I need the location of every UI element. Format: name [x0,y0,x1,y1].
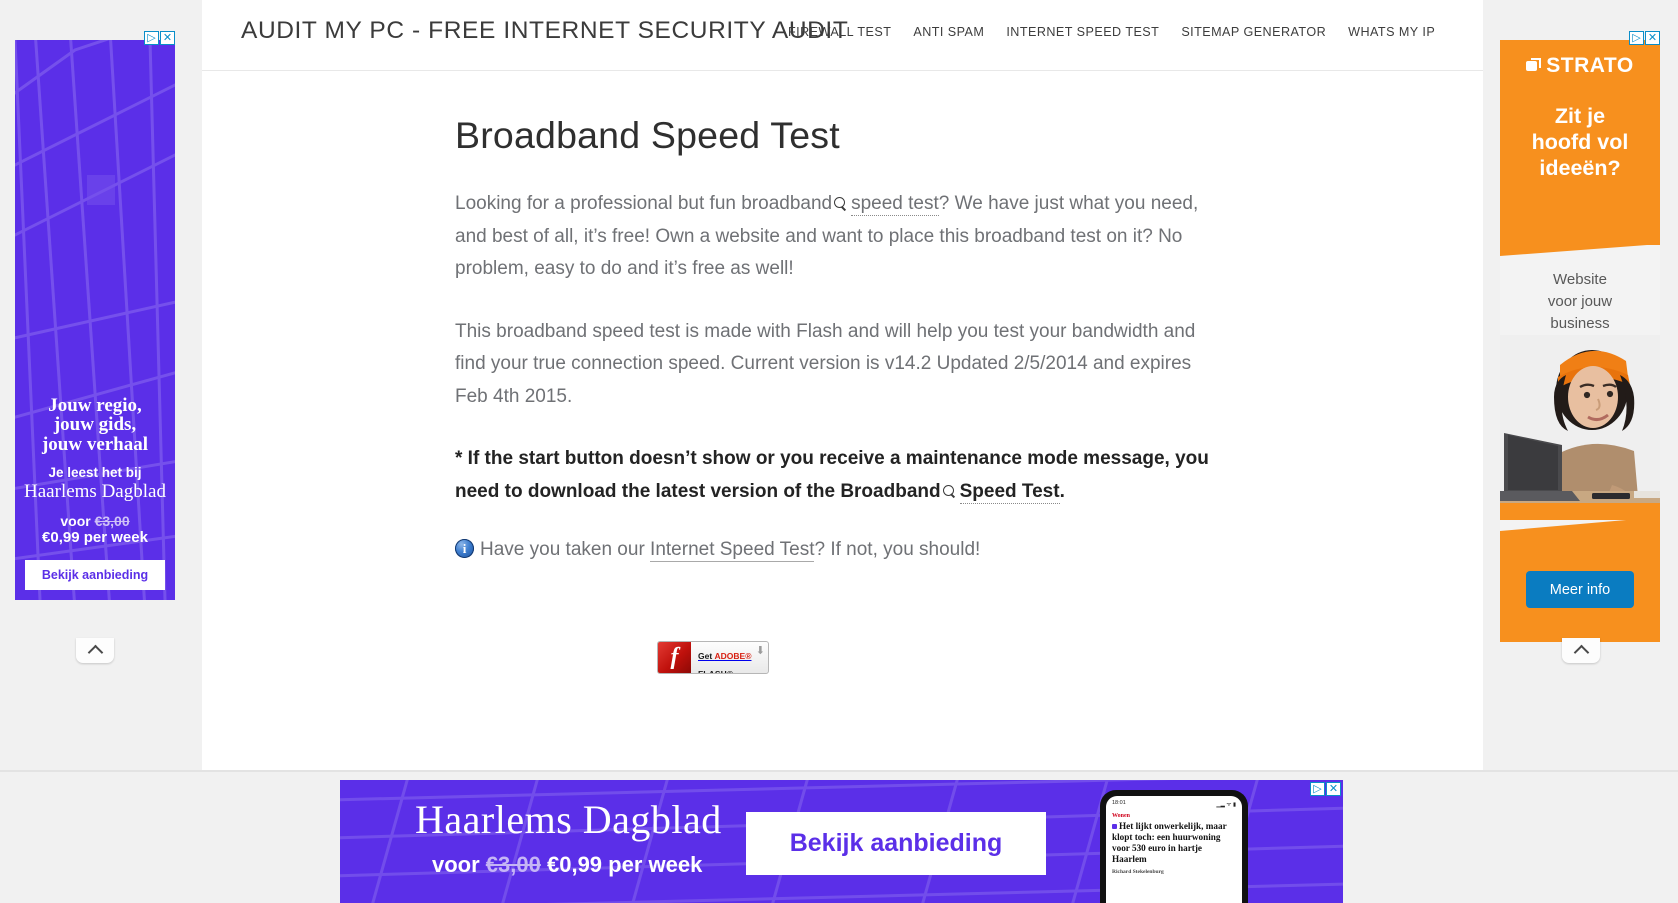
ad-left-sub1: Je leest het bij [48,465,142,480]
ad-bottom-price-prefix: voor [432,852,486,877]
bullet-icon [1112,824,1117,829]
ad-close-icon[interactable]: ✕ [160,31,175,45]
search-icon [834,197,847,210]
download-arrow-icon [755,642,768,673]
ad-right-photo [1500,335,1660,520]
phone-headline-text: Het lijkt onwerkelijk, maar klopt toch: … [1112,821,1227,864]
strato-brand-label: STRATO [1546,54,1634,77]
strato-logo: STRATO [1500,54,1660,78]
phone-article-headline: Het lijkt onwerkelijk, maar klopt toch: … [1112,821,1236,865]
flash-badge-line1: Get ADOBE® [698,651,752,661]
ad-left-badges: ▷ ✕ [144,31,175,45]
ad-bottom-cta-button[interactable]: Bekijk aanbieding [746,812,1046,875]
warning-text-after: . [1059,480,1065,502]
nav-item-anti-spam[interactable]: ANTI SPAM [913,25,984,39]
info-icon [455,539,474,558]
phone-screen: 18:01 ▁▂ ᯤ ▮ Wonen Het lijkt onwerkelijk… [1106,796,1242,903]
ad-left-background: Jouw regio, jouw gids, jouw verhaal Je lee… [15,40,175,600]
phone-status-bar: 18:01 ▁▂ ᯤ ▮ [1112,800,1236,808]
ad-bottom-price-old: €3,00 [485,852,541,877]
intro-paragraph: Looking for a professional but fun broad… [455,188,1210,286]
ad-left-copy: Jouw regio, jouw gids, jouw verhaal Je lee… [15,394,175,601]
ad-bottom-badges: ▷ ✕ [1310,782,1341,796]
flash-logo-icon [658,642,691,673]
phone-clock: 18:01 [1112,800,1126,806]
nav-item-whats-my-ip[interactable]: WHATS MY IP [1348,25,1435,39]
ad-close-icon[interactable]: ✕ [1645,31,1660,45]
ad-left-price-prefix: voor [60,513,95,529]
intro-text-before: Looking for a professional but fun broad… [455,193,833,214]
speed-test-link[interactable]: speed test [851,193,939,216]
ad-left-price-row: voor €3,00 [21,513,169,529]
ad-left-price-old: €3,00 [94,513,130,529]
ad-right-skyscraper[interactable]: ▷ ✕ STRATO Zit je hoofd vol ideeën? Websit… [1500,31,1660,642]
search-icon [942,484,956,498]
ad-left-cta-button[interactable]: Bekijk aanbieding [25,560,165,590]
ad-close-icon[interactable]: ✕ [1326,782,1341,796]
article-body: Broadband Speed Test Looking for a profe… [202,71,1483,567]
flash-get-label: Get [698,651,715,661]
strato-cube-icon [1526,58,1542,71]
adchoices-icon[interactable]: ▷ [1310,782,1325,796]
flash-badge-text: Get ADOBE® FLASH® PLAYER [691,642,755,673]
version-paragraph: This broadband speed test is made with F… [455,320,1196,407]
chevron-up-icon [1573,644,1589,661]
ad-right-collapse-button[interactable] [1562,638,1600,663]
phone-article-kicker: Wonen [1112,813,1131,819]
flash-badge-line2: FLASH® PLAYER [698,668,734,674]
ad-bottom-phone-mockup: 18:01 ▁▂ ᯤ ▮ Wonen Het lijkt onwerkelijk… [1100,790,1248,903]
cta-paragraph: Have you taken our Internet Speed Test? … [455,534,1210,567]
content-bottom-divider [0,770,1678,772]
ad-right-cta-button[interactable]: Meer info [1526,571,1634,608]
internet-speed-test-link[interactable]: Internet Speed Test [650,539,815,562]
primary-nav: FIREWALL TEST ANTI SPAM INTERNET SPEED T… [788,25,1435,39]
cta-text-before: Have you taken our [480,539,651,560]
warning-paragraph: * If the start button doesn’t show or yo… [455,443,1210,508]
ad-right-badges: ▷ ✕ [1629,31,1660,45]
chevron-up-icon [87,644,103,661]
site-content-column: AUDIT MY PC - FREE INTERNET SECURITY AUD… [202,0,1483,770]
warning-text-before: * If the start button doesn’t show or yo… [455,448,1209,502]
site-title: AUDIT MY PC - FREE INTERNET SECURITY AUD… [241,17,849,44]
page-title: Broadband Speed Test [455,114,840,156]
ad-bottom-title: Haarlems Dagblad [415,797,722,842]
adchoices-icon[interactable]: ▷ [144,31,159,45]
ad-left-sub2: Haarlems Dagblad [24,481,166,502]
cta-text-after: ? If not, you should! [814,539,981,560]
ad-right-subtitle: Website voor jouw business [1547,271,1613,332]
ad-bottom-price-new: €0,99 per week [546,852,703,877]
nav-item-firewall-test[interactable]: FIREWALL TEST [788,25,891,39]
site-header: AUDIT MY PC - FREE INTERNET SECURITY AUD… [202,0,1483,71]
ad-left-price-new: €0,99 per week [42,529,148,546]
ad-right-header: STRATO Zit je hoofd vol ideeën? [1500,40,1660,256]
ad-left-skyscraper[interactable]: ▷ ✕ Jouw regio, jouw gids, jouw verhaal Je… [15,31,175,600]
nav-item-sitemap-generator[interactable]: SITEMAP GENERATOR [1181,25,1326,39]
man-at-laptop-illustration [1500,335,1660,520]
nav-item-internet-speed-test[interactable]: INTERNET SPEED TEST [1006,25,1159,39]
ad-right-headline: Zit je hoofd vol ideeën? [1531,104,1629,180]
ad-bottom-price: voor €3,00 €0,99 per week [432,852,702,878]
ad-left-headline: Jouw regio, jouw gids, jouw verhaal [41,394,149,455]
ad-bottom-banner[interactable]: ▷ ✕ Haarlems Dagblad voor €3,00 €0,99 pe… [340,780,1343,903]
get-adobe-flash-player-button[interactable]: Get ADOBE® FLASH® PLAYER [657,641,769,674]
page-root: AUDIT MY PC - FREE INTERNET SECURITY AUD… [0,0,1678,903]
flash-adobe-label: ADOBE® [714,651,752,661]
phone-article-byline: Richard Stekelenburg [1112,869,1164,875]
ad-left-collapse-button[interactable] [76,638,114,663]
speed-test-download-link[interactable]: Speed Test [959,480,1060,504]
phone-signal-icons: ▁▂ ᯤ ▮ [1216,802,1236,808]
adchoices-icon[interactable]: ▷ [1629,31,1644,45]
